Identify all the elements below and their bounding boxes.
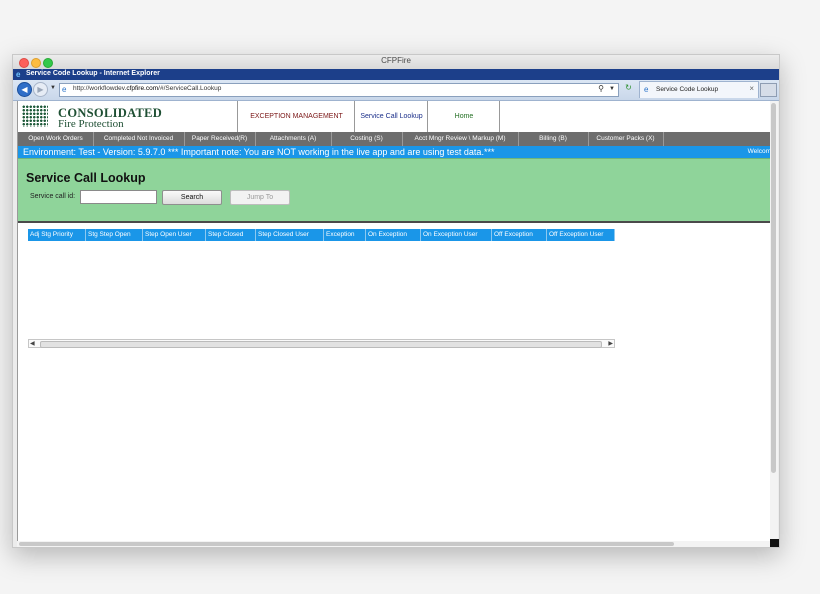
menu-item-completed-not-invoiced[interactable]: Completed Not Invoiced	[93, 132, 185, 146]
service-call-id-input[interactable]	[80, 190, 157, 204]
forward-arrow-icon[interactable]: ▶	[33, 82, 48, 97]
grid-column-header[interactable]: Stg Step Open	[86, 229, 143, 241]
menu-item-acct-mngr-review[interactable]: Acct Mngr Review \ Markup (M)	[402, 132, 519, 146]
tab-close-icon[interactable]: ×	[749, 84, 754, 93]
grid-column-header[interactable]: Step Closed	[206, 229, 256, 241]
page-content: CONSOLIDATED Fire Protection EXCEPTION M…	[17, 101, 771, 541]
new-tab-button[interactable]	[760, 83, 777, 97]
welcome-text: Welcom	[747, 148, 771, 155]
ie-toolbar: ◀ ▶ ▼ e http://workflowdev.cfpfire.com/#…	[13, 80, 779, 101]
address-url[interactable]: http://workflowdev.cfpfire.com/#/Service…	[73, 85, 221, 92]
browser-tab[interactable]: e Service Code Lookup ×	[639, 81, 759, 98]
scroll-left-arrow-icon[interactable]: ◀	[30, 340, 35, 347]
browser-window: CFPFire e Service Code Lookup - Internet…	[12, 54, 780, 548]
ie-logo-icon: e	[16, 70, 21, 79]
search-button[interactable]: Search	[162, 190, 222, 205]
menu-item-attachments[interactable]: Attachments (A)	[255, 132, 332, 146]
ie-window-title: Service Code Lookup - Internet Explorer	[26, 70, 160, 77]
menu-bar: Open Work Orders Completed Not Invoiced …	[18, 132, 771, 146]
page-icon: e	[62, 85, 67, 94]
vertical-scroll-thumb[interactable]	[771, 103, 776, 473]
history-dropdown-icon[interactable]: ▼	[50, 85, 56, 91]
grid-header-row: Adj Stg Priority Stg Step Open Step Open…	[28, 229, 615, 241]
grid-column-header[interactable]: Off Exception User	[547, 229, 615, 241]
environment-banner: Environment: Test - Version: 5.9.7.0 ***…	[18, 146, 771, 158]
back-arrow-icon[interactable]: ◀	[17, 82, 32, 97]
grid-column-header[interactable]: Exception	[324, 229, 366, 241]
ie-titlebar: e Service Code Lookup - Internet Explore…	[13, 69, 779, 80]
logo-subtitle: Fire Protection	[58, 118, 124, 130]
window-vertical-scrollbar[interactable]	[770, 101, 778, 541]
service-call-id-label: Service call id:	[30, 193, 76, 200]
app-header: CONSOLIDATED Fire Protection EXCEPTION M…	[18, 101, 771, 133]
tab-title: Service Code Lookup	[656, 86, 719, 93]
logo-dots-icon	[22, 105, 48, 127]
lookup-panel: Service Call Lookup Service call id: Sea…	[18, 158, 771, 223]
scroll-right-arrow-icon[interactable]: ▶	[608, 340, 613, 347]
tab-service-call-lookup[interactable]: Service Call Lookup	[354, 101, 428, 132]
environment-text: Environment: Test - Version: 5.9.7.0 ***…	[23, 147, 495, 157]
menu-item-billing[interactable]: Billing (B)	[518, 132, 589, 146]
header-tab-divider	[499, 101, 500, 132]
refresh-icon[interactable]: ↻	[623, 83, 634, 95]
grid-column-header[interactable]: On Exception User	[421, 229, 492, 241]
address-bar[interactable]: e http://workflowdev.cfpfire.com/#/Servi…	[59, 83, 619, 97]
menu-item-open-work-orders[interactable]: Open Work Orders	[18, 132, 94, 146]
jump-to-button[interactable]: Jump To	[230, 190, 290, 205]
search-icon[interactable]: ⚲	[598, 84, 604, 93]
menu-item-customer-packs[interactable]: Customer Packs (X)	[588, 132, 664, 146]
grid-horizontal-scrollbar[interactable]: ◀ ▶	[28, 339, 615, 348]
menu-item-paper-received[interactable]: Paper Received(R)	[184, 132, 256, 146]
grid-scroll-thumb[interactable]	[40, 341, 602, 348]
address-dropdown-icon[interactable]: ▼	[609, 86, 615, 92]
window-horizontal-scrollbar[interactable]	[17, 541, 770, 547]
page-title: Service Call Lookup	[26, 171, 146, 185]
tab-page-icon: e	[644, 85, 649, 94]
resize-corner[interactable]	[770, 539, 779, 547]
mac-window-title: CFPFire	[381, 56, 411, 65]
menu-item-costing[interactable]: Costing (S)	[331, 132, 403, 146]
tab-home[interactable]: Home	[427, 101, 500, 132]
grid-column-header[interactable]: Adj Stg Priority	[28, 229, 86, 241]
grid-column-header[interactable]: Step Closed User	[256, 229, 324, 241]
grid-column-header[interactable]: Off Exception	[492, 229, 547, 241]
horizontal-scroll-thumb[interactable]	[19, 542, 674, 546]
mac-titlebar: CFPFire	[13, 55, 779, 70]
grid-column-header[interactable]: On Exception	[366, 229, 421, 241]
grid-column-header[interactable]: Step Open User	[143, 229, 206, 241]
tab-exception-management[interactable]: EXCEPTION MANAGEMENT	[237, 101, 355, 132]
